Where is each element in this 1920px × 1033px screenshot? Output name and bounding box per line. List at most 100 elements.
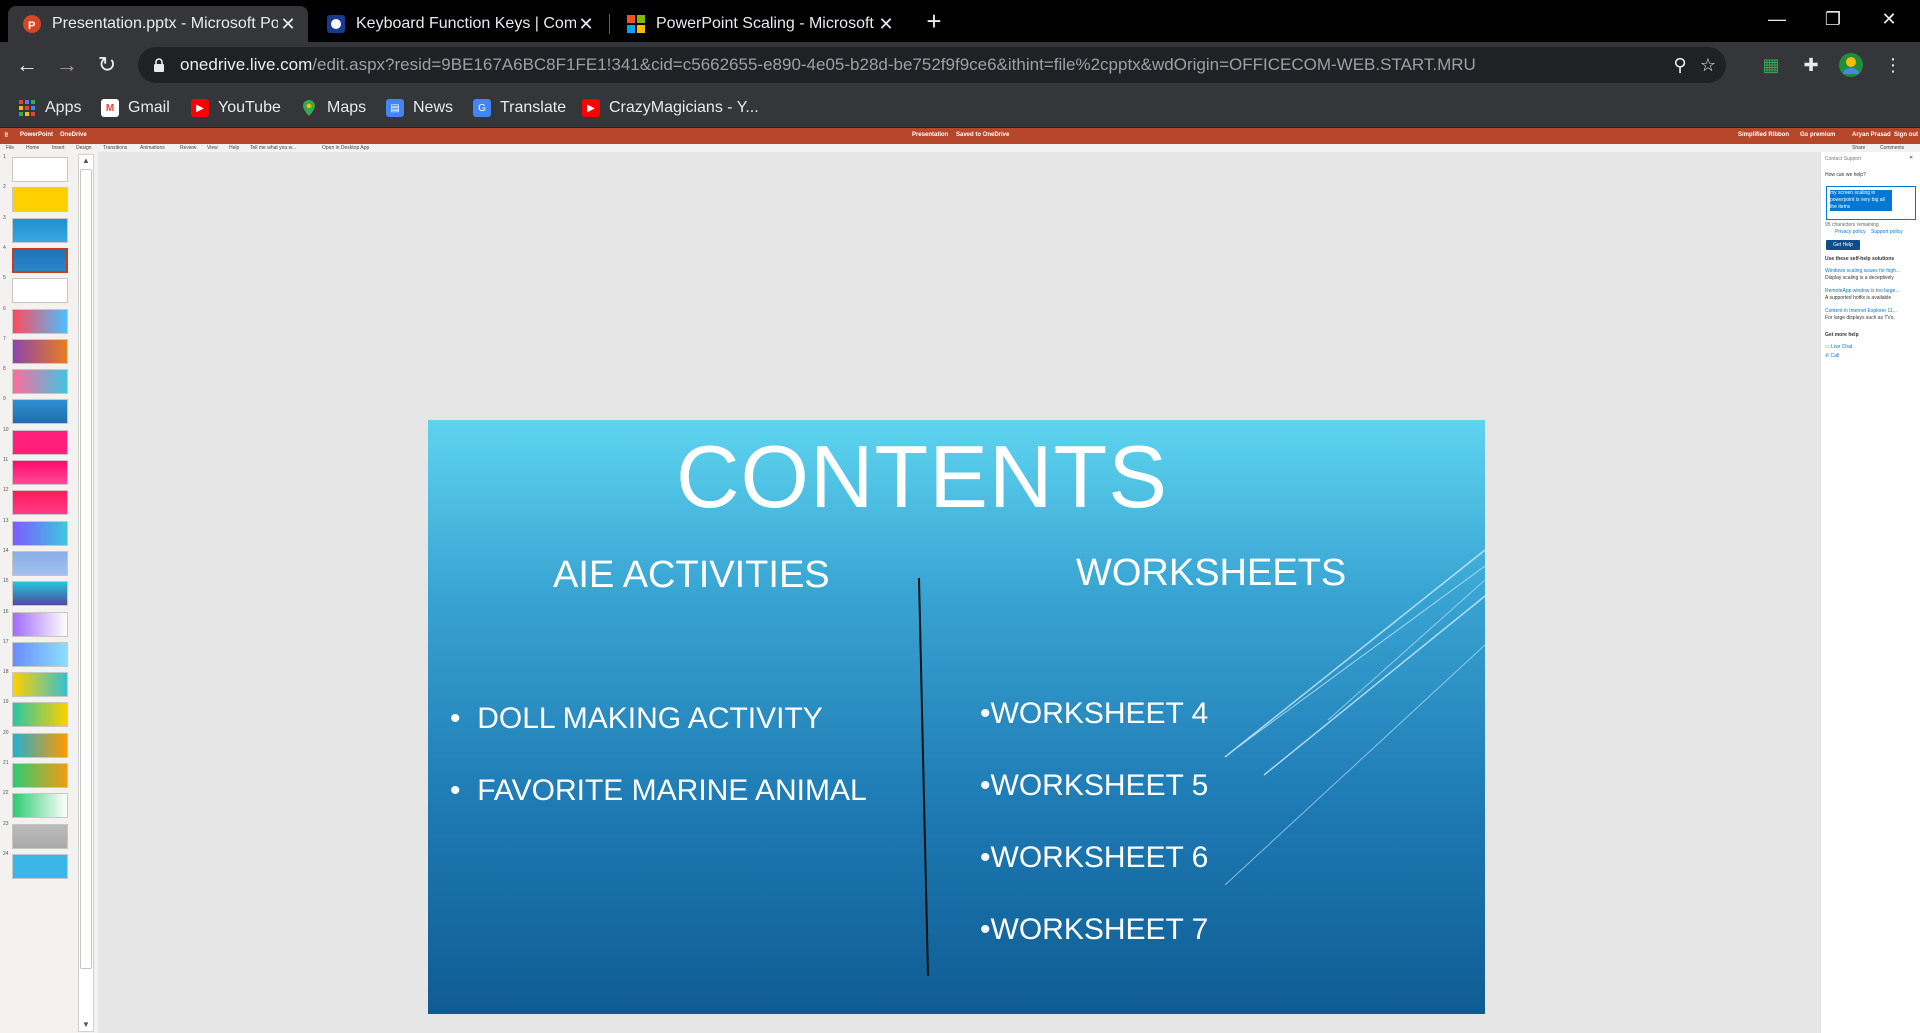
bookmark-youtube[interactable]: ▶ YouTube [191, 96, 281, 120]
close-tab-icon[interactable]: ✕ [576, 14, 596, 35]
new-tab-icon[interactable]: + [920, 8, 948, 36]
extensions-puzzle-icon[interactable]: ✚ [1798, 52, 1824, 78]
call-link[interactable]: ✆ Call [1825, 353, 1839, 359]
thumbnail-number: 4 [3, 244, 6, 251]
open-desktop-app[interactable]: Open in Desktop App [322, 145, 369, 151]
back-icon[interactable]: ← [12, 50, 42, 80]
thumbnail-scrollbar[interactable]: ▲ ▼ [78, 154, 94, 1032]
slide-thumbnail[interactable] [12, 763, 68, 788]
user-name[interactable]: Aryan Prasad [1852, 132, 1891, 138]
right-bullet-1[interactable]: •WORKSHEET 4 [980, 697, 1208, 731]
live-chat-link[interactable]: ▭ Live Chat [1825, 344, 1852, 350]
get-help-button[interactable]: Get Help [1826, 240, 1860, 250]
slide-thumbnail[interactable] [12, 278, 68, 304]
slide-thumbnail[interactable] [12, 672, 68, 698]
right-column-heading[interactable]: WORKSHEETS [1076, 552, 1346, 595]
scroll-thumb[interactable] [80, 169, 92, 969]
tab-presentation[interactable]: P Presentation.pptx - Microsoft PowerPoi… [8, 6, 308, 42]
left-bullet-1[interactable]: • DOLL MAKING ACTIVITY [450, 702, 823, 736]
slide-thumbnail[interactable] [12, 338, 68, 364]
tell-me-search[interactable]: Tell me what you w... [250, 145, 296, 151]
service-name[interactable]: OneDrive [60, 132, 87, 138]
bookmark-gmail[interactable]: M Gmail [101, 96, 170, 120]
slide-thumbnail[interactable] [12, 217, 68, 243]
tab-insert[interactable]: Insert [52, 145, 65, 151]
minimize-icon[interactable]: — [1754, 4, 1800, 34]
go-premium-link[interactable]: Go premium [1800, 132, 1835, 138]
slide-thumbnail[interactable] [12, 369, 68, 395]
sign-out-link[interactable]: Sign out [1894, 132, 1918, 138]
sheets-extension-icon[interactable]: ▦ [1758, 52, 1784, 78]
solution-link[interactable]: RemoteApp window is too large... [1825, 288, 1899, 294]
forward-icon[interactable]: → [52, 50, 82, 80]
slide-thumbnail[interactable] [12, 399, 68, 425]
tab-ppt-scaling[interactable]: PowerPoint Scaling - Microsoft Community… [612, 6, 906, 42]
zoom-icon[interactable]: ⚲ [1668, 53, 1692, 77]
slide-thumbnail[interactable] [12, 157, 68, 182]
profile-avatar[interactable] [1838, 52, 1864, 78]
app-launcher-icon[interactable]: ⠿ [4, 132, 9, 139]
doc-name[interactable]: Presentation [912, 132, 948, 138]
app-name[interactable]: PowerPoint [20, 132, 53, 138]
close-window-icon[interactable]: ✕ [1866, 4, 1912, 34]
slide-thumbnail[interactable] [12, 429, 68, 455]
slide-thumbnail[interactable] [12, 490, 68, 516]
reload-icon[interactable]: ↻ [92, 50, 122, 80]
bookmark-apps[interactable]: Apps [18, 96, 81, 120]
bookmark-news[interactable]: ▤ News [386, 96, 453, 120]
slide-thumbnail[interactable] [12, 641, 68, 667]
tab-help[interactable]: Help [229, 145, 239, 151]
thumbnail-number: 24 [3, 850, 9, 857]
tab-transitions[interactable]: Transitions [103, 145, 127, 151]
comments-button[interactable]: Comments [1880, 145, 1904, 151]
left-bullet-2[interactable]: • FAVORITE MARINE ANIMAL [450, 774, 867, 808]
close-tab-icon[interactable]: ✕ [278, 14, 298, 35]
close-pane-icon[interactable]: ✕ [1909, 155, 1913, 161]
tab-home[interactable]: Home [26, 145, 39, 151]
slide-thumbnail[interactable] [12, 520, 68, 546]
solution-link[interactable]: Content in Internet Explorer 11... [1825, 308, 1897, 314]
slide-title[interactable]: CONTENTS [428, 426, 1416, 528]
tab-design[interactable]: Design [76, 145, 92, 151]
scroll-up-icon[interactable]: ▲ [79, 155, 93, 167]
right-bullet-4[interactable]: •WORKSHEET 7 [980, 913, 1208, 947]
slide-thumbnail[interactable] [12, 793, 68, 819]
restore-icon[interactable]: ❐ [1810, 4, 1856, 34]
current-slide[interactable]: CONTENTS AIE ACTIVITIES WORKSHEETS • DOL… [428, 420, 1485, 1014]
solution-link[interactable]: Windows scaling issues for high... [1825, 268, 1900, 274]
slide-thumbnail[interactable] [12, 732, 68, 758]
scroll-down-icon[interactable]: ▼ [79, 1019, 93, 1031]
bookmark-star-icon[interactable]: ☆ [1696, 53, 1720, 77]
thumbnail-number: 16 [3, 608, 9, 615]
slide-thumbnail[interactable] [12, 187, 68, 213]
simplified-ribbon-toggle[interactable]: Simplified Ribbon [1738, 132, 1789, 138]
slide-thumbnail[interactable] [12, 823, 68, 849]
slide-thumbnail[interactable] [12, 460, 68, 485]
tab-animations[interactable]: Animations [140, 145, 165, 151]
thumbnail-number: 14 [3, 547, 9, 554]
tab-review[interactable]: Review [180, 145, 196, 151]
chrome-menu-icon[interactable]: ⋮ [1880, 52, 1906, 78]
share-button[interactable]: Share [1852, 145, 1865, 151]
right-bullet-2[interactable]: •WORKSHEET 5 [980, 769, 1208, 803]
close-tab-icon[interactable]: ✕ [876, 14, 896, 35]
bookmark-crazymagicians[interactable]: ▶ CrazyMagicians - Y... [582, 96, 759, 120]
slide-thumbnail[interactable] [12, 247, 68, 273]
support-policy-link[interactable]: Support policy [1871, 229, 1903, 235]
slide-thumbnail[interactable] [12, 550, 68, 576]
slide-thumbnail[interactable] [12, 853, 68, 879]
bookmark-maps[interactable]: Maps [300, 96, 366, 120]
tab-file[interactable]: File [6, 145, 14, 151]
right-bullet-3[interactable]: •WORKSHEET 6 [980, 841, 1208, 875]
bookmark-translate[interactable]: G Translate [473, 96, 566, 120]
slide-thumbnail[interactable] [12, 611, 68, 637]
help-input-field[interactable]: my screen scaling in powerpoint is very … [1826, 186, 1916, 220]
left-column-heading[interactable]: AIE ACTIVITIES [553, 554, 830, 597]
tab-view[interactable]: View [207, 145, 218, 151]
slide-thumbnail[interactable] [12, 308, 68, 334]
slide-thumbnail[interactable] [12, 581, 68, 607]
privacy-policy-link[interactable]: Privacy policy [1835, 229, 1866, 235]
tab-keyboard-keys[interactable]: Keyboard Function Keys | Computer Hope ✕ [312, 6, 606, 42]
address-bar[interactable]: onedrive.live.com/edit.aspx?resid=9BE167… [138, 47, 1726, 83]
slide-thumbnail[interactable] [12, 702, 68, 728]
